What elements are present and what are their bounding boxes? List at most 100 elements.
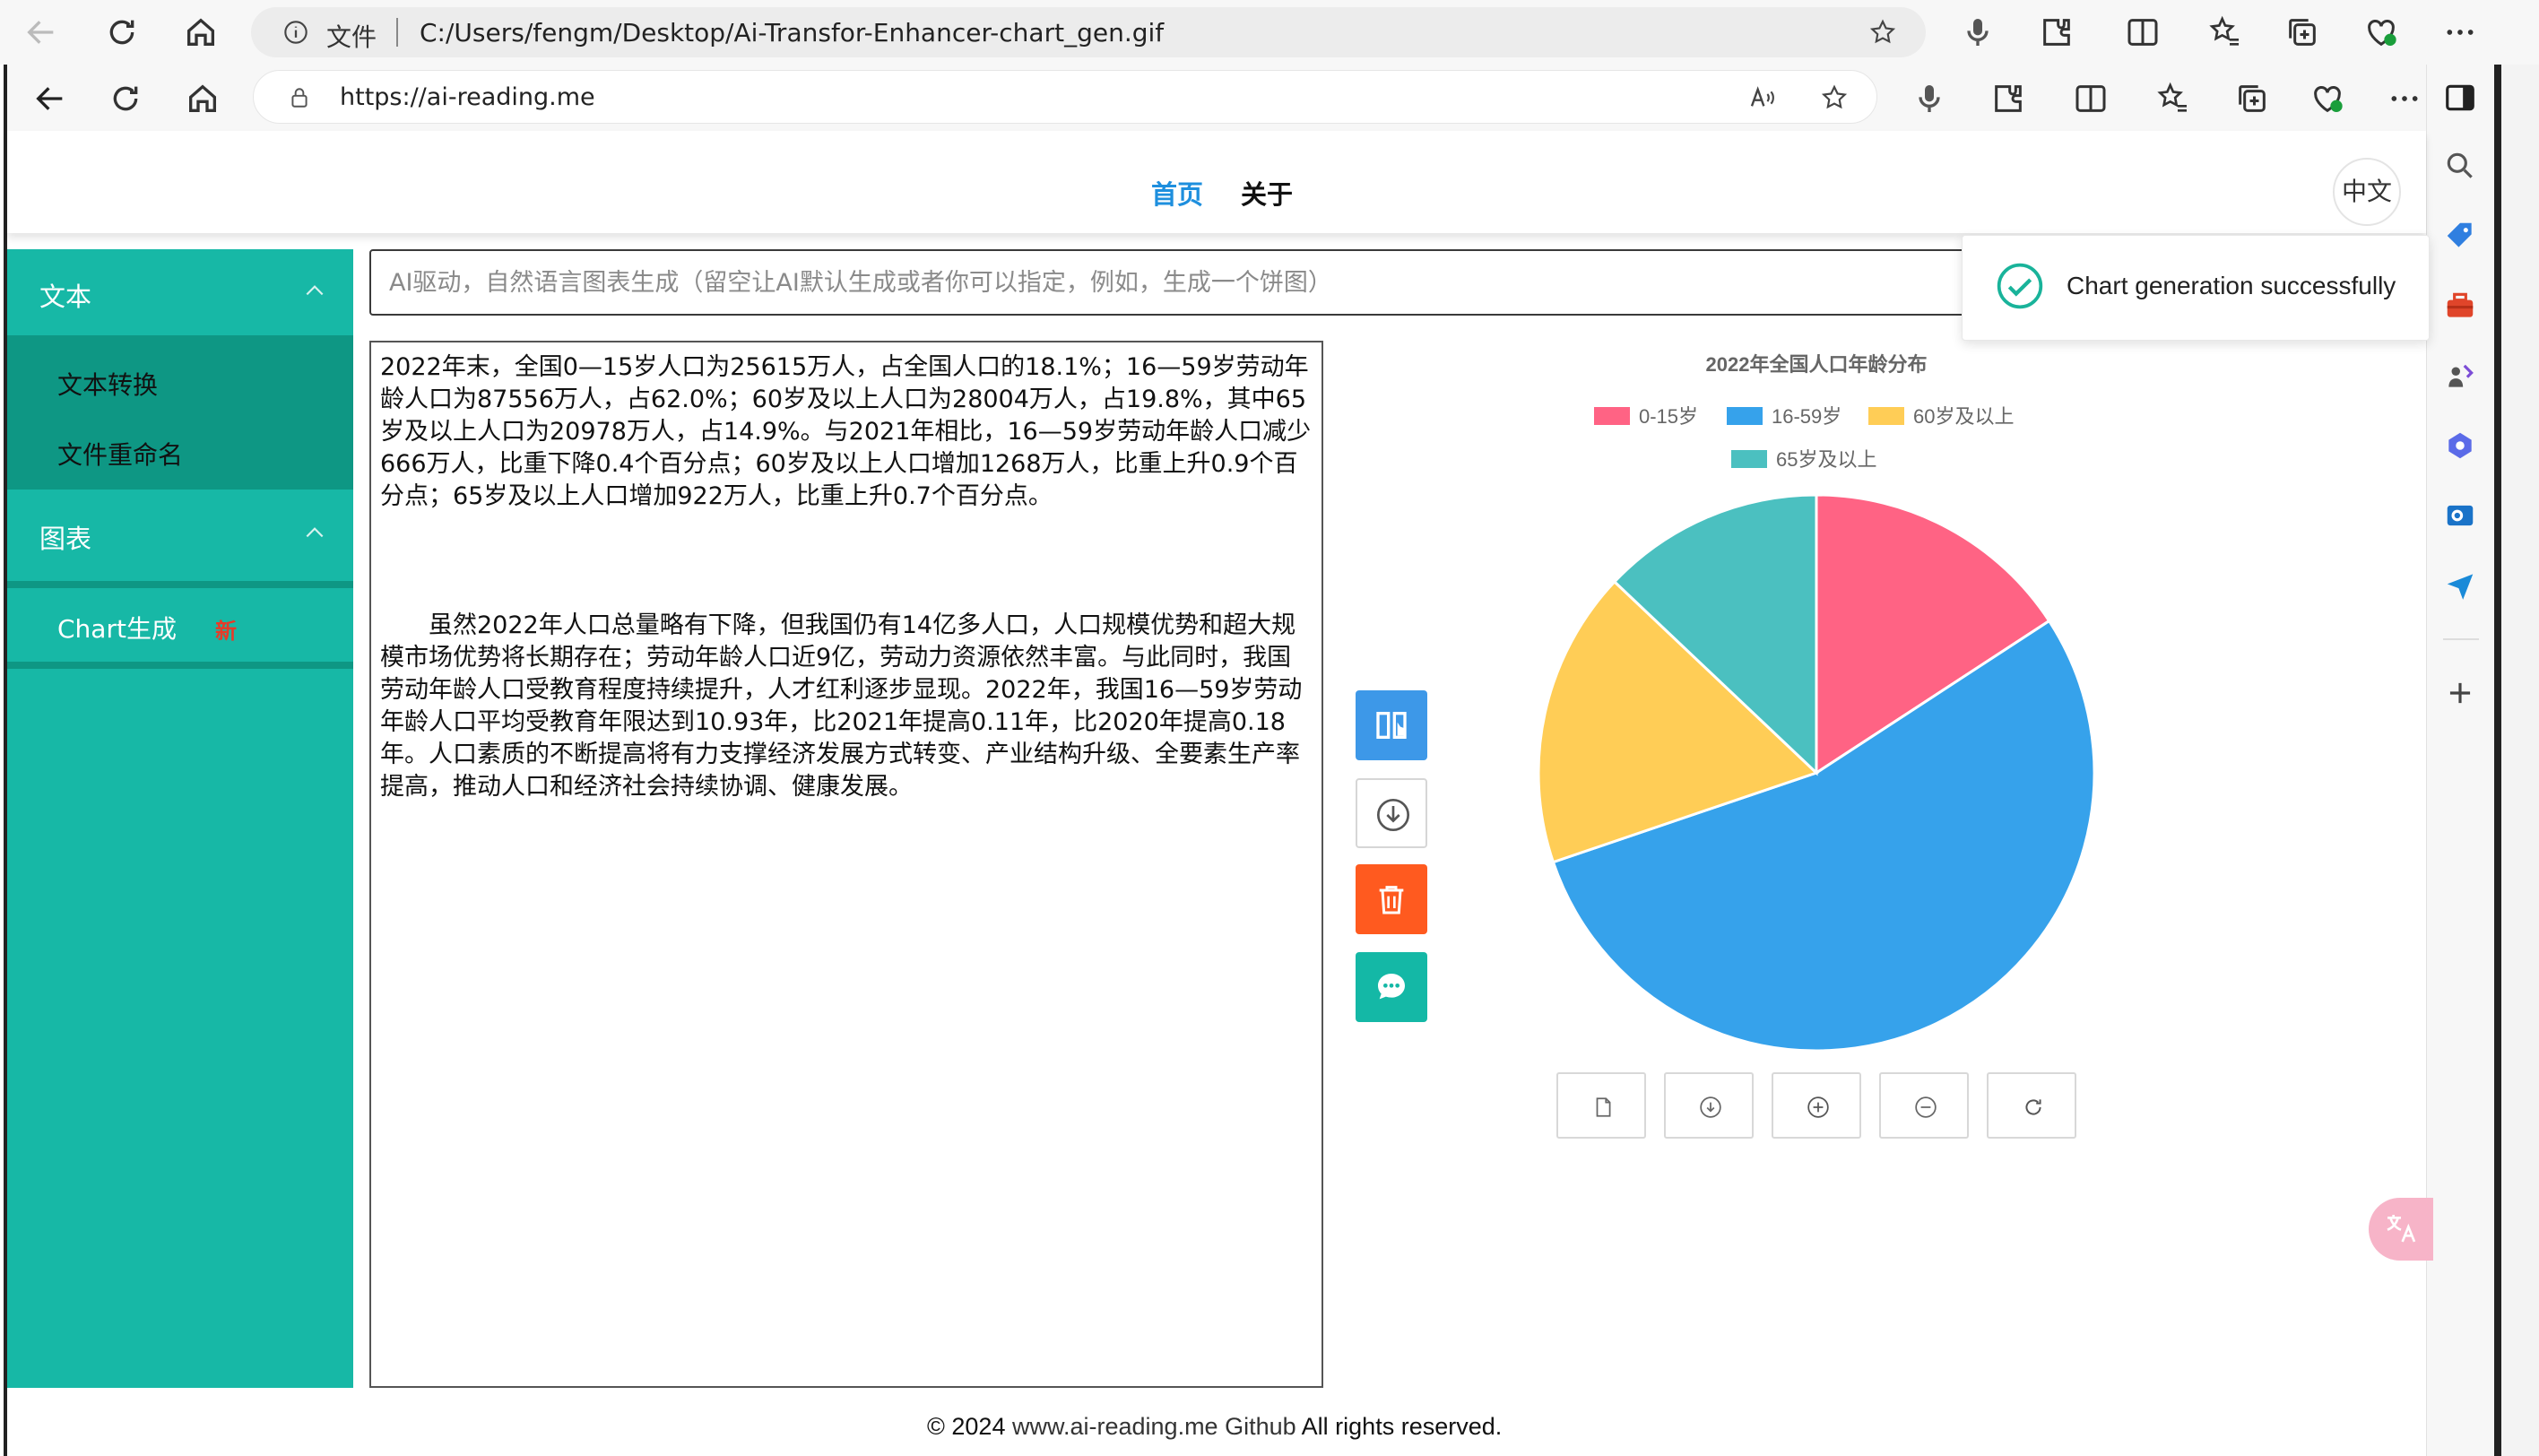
- refresh-icon[interactable]: [104, 14, 140, 50]
- browser-essentials-icon[interactable]: [2363, 14, 2399, 50]
- outer-address-bar[interactable]: 文件 C:/Users/fengm/Desktop/Ai-Transfor-En…: [251, 7, 1926, 57]
- home-icon[interactable]: [183, 14, 219, 50]
- collections-icon[interactable]: [2234, 81, 2270, 117]
- footer-copyright: © 2024: [927, 1413, 1006, 1440]
- outlook-icon[interactable]: [2443, 498, 2477, 533]
- chevron-up-icon[interactable]: [303, 524, 326, 542]
- microphone-icon[interactable]: [1911, 81, 1947, 117]
- toast-message: Chart generation successfully: [2067, 272, 2396, 299]
- sidebar-group-text[interactable]: 文本: [7, 249, 353, 335]
- legend-label[interactable]: 0-15岁: [1639, 405, 1698, 428]
- chat-bubble-icon: [1378, 974, 1405, 1000]
- more-icon[interactable]: [2442, 14, 2478, 50]
- chat-button[interactable]: [1356, 952, 1427, 1022]
- home-icon[interactable]: [185, 81, 221, 117]
- back-icon[interactable]: [23, 14, 59, 50]
- legend-swatch[interactable]: [1868, 407, 1904, 425]
- nav-about[interactable]: 关于: [1241, 174, 1293, 212]
- favorites-icon[interactable]: [2155, 81, 2191, 117]
- chart-blank-button[interactable]: [1556, 1072, 1646, 1139]
- divider: [7, 581, 353, 588]
- language-switch-button[interactable]: 中文: [2333, 158, 2401, 226]
- browser-essentials-icon[interactable]: [2309, 81, 2345, 117]
- footer: © 2024 www.ai-reading.me Github All righ…: [927, 1413, 1502, 1441]
- outer-url-text[interactable]: C:/Users/fengm/Desktop/Ai-Transfor-Enhan…: [420, 18, 1164, 48]
- app-header: 首页 关于 中文: [7, 131, 2426, 233]
- games-icon[interactable]: [2443, 359, 2477, 393]
- divider: [396, 18, 398, 47]
- success-toast: Chart generation successfully: [1962, 235, 2430, 341]
- translate-button[interactable]: [2369, 1198, 2433, 1261]
- legend-label[interactable]: 65岁及以上: [1776, 448, 1876, 471]
- back-icon[interactable]: [32, 81, 68, 117]
- split-screen-icon[interactable]: [2125, 14, 2161, 50]
- refresh-icon[interactable]: [108, 81, 143, 117]
- nav-home[interactable]: 首页: [1151, 174, 1203, 212]
- legend-swatch[interactable]: [1731, 450, 1767, 468]
- legend-label[interactable]: 16-59岁: [1772, 405, 1841, 428]
- sidebar-item-file-rename[interactable]: 文件重命名: [57, 436, 183, 472]
- file-icon: [1596, 1097, 1611, 1117]
- send-icon[interactable]: [2443, 568, 2477, 602]
- screen: 文件 C:/Users/fengm/Desktop/Ai-Transfor-En…: [0, 0, 2539, 1456]
- footer-rights: All rights reserved.: [1301, 1413, 1503, 1440]
- legend-swatch[interactable]: [1594, 407, 1630, 425]
- footer-github-link[interactable]: Github: [1225, 1413, 1296, 1440]
- sidebar-item-chart-gen[interactable]: Chart生成: [57, 610, 177, 646]
- edge-sidebar: [2426, 65, 2494, 1456]
- more-icon[interactable]: [2387, 81, 2422, 117]
- copilot-icon[interactable]: [2443, 429, 2477, 463]
- blank-lines: [380, 513, 1313, 610]
- info-icon[interactable]: [283, 20, 308, 45]
- chart-refresh-button[interactable]: [1987, 1072, 2076, 1139]
- chevron-up-icon[interactable]: [303, 282, 326, 299]
- editor-paragraph: 2022年末，全国0—15岁人口为25615万人，占全国人口的18.1%；16—…: [380, 353, 1312, 510]
- outer-edge-sidebar: [2501, 65, 2539, 1456]
- delete-button[interactable]: [1356, 864, 1427, 934]
- sidebar-submenu-chart: Chart生成 新: [7, 588, 353, 662]
- download-icon: [1700, 1096, 1721, 1118]
- zoom-in-icon: [1807, 1096, 1829, 1118]
- favorite-star-icon[interactable]: [1819, 83, 1850, 112]
- inner-address-bar[interactable]: https://ai-reading.me: [253, 70, 1877, 124]
- lock-icon[interactable]: [288, 85, 311, 110]
- sidebar: 文本 文本转换 文件重命名 图表 Chart生成 新: [7, 249, 353, 1388]
- add-icon[interactable]: [2443, 676, 2477, 710]
- chart-legend: 0-15岁 16-59岁 60岁及以上 65岁及以上: [1594, 405, 2014, 471]
- extensions-icon[interactable]: [2039, 14, 2075, 50]
- extensions-icon[interactable]: [1990, 81, 2026, 117]
- tools-icon[interactable]: [2443, 289, 2477, 323]
- chart-zoom-in-button[interactable]: [1772, 1072, 1861, 1139]
- trash-icon: [1379, 886, 1404, 914]
- chart-download-button[interactable]: [1664, 1072, 1754, 1139]
- sidebar-group-title: 文本: [39, 282, 92, 312]
- shopping-tag-icon[interactable]: [2443, 219, 2477, 253]
- pie-chart: 2022年全国人口年龄分布 0-15岁 16-59岁 60岁及以上 65岁及以上: [1537, 353, 2096, 1053]
- download-button[interactable]: [1356, 778, 1427, 848]
- chart-prompt-input[interactable]: [369, 249, 1983, 316]
- favorites-icon[interactable]: [2207, 14, 2243, 50]
- inner-url-text[interactable]: https://ai-reading.me: [340, 83, 595, 111]
- divider: [7, 662, 353, 669]
- switch-layout-button[interactable]: [1356, 690, 1427, 760]
- chart-zoom-out-button[interactable]: [1879, 1072, 1969, 1139]
- legend-swatch[interactable]: [1727, 407, 1763, 425]
- sidebar-group-chart[interactable]: 图表: [7, 491, 353, 577]
- sidebar-toggle-icon[interactable]: [2443, 81, 2477, 115]
- chart-title: 2022年全国人口年龄分布: [1706, 353, 1928, 376]
- sidebar-item-text-convert[interactable]: 文本转换: [57, 366, 158, 402]
- split-screen-icon[interactable]: [2073, 81, 2109, 117]
- collections-icon[interactable]: [2284, 14, 2320, 50]
- download-icon: [1377, 799, 1409, 831]
- sidebar-submenu-text: 文本转换 文件重命名: [7, 335, 353, 490]
- editor-paragraph: 虽然2022年人口总量略有下降，但我国仍有14亿多人口，人口规模优势和超大规模市…: [380, 611, 1303, 801]
- legend-label[interactable]: 60岁及以上: [1913, 405, 2014, 428]
- translate-icon: [2387, 1215, 2416, 1243]
- search-icon[interactable]: [2443, 149, 2477, 183]
- microphone-icon[interactable]: [1960, 14, 1996, 50]
- sidebar-group-title: 图表: [39, 524, 92, 554]
- read-aloud-icon[interactable]: [1747, 83, 1778, 112]
- favorite-star-icon[interactable]: [1868, 18, 1897, 47]
- footer-site-link[interactable]: www.ai-reading.me: [1012, 1413, 1218, 1440]
- source-text-editor[interactable]: 2022年末，全国0—15岁人口为25615万人，占全国人口的18.1%；16—…: [369, 341, 1323, 1388]
